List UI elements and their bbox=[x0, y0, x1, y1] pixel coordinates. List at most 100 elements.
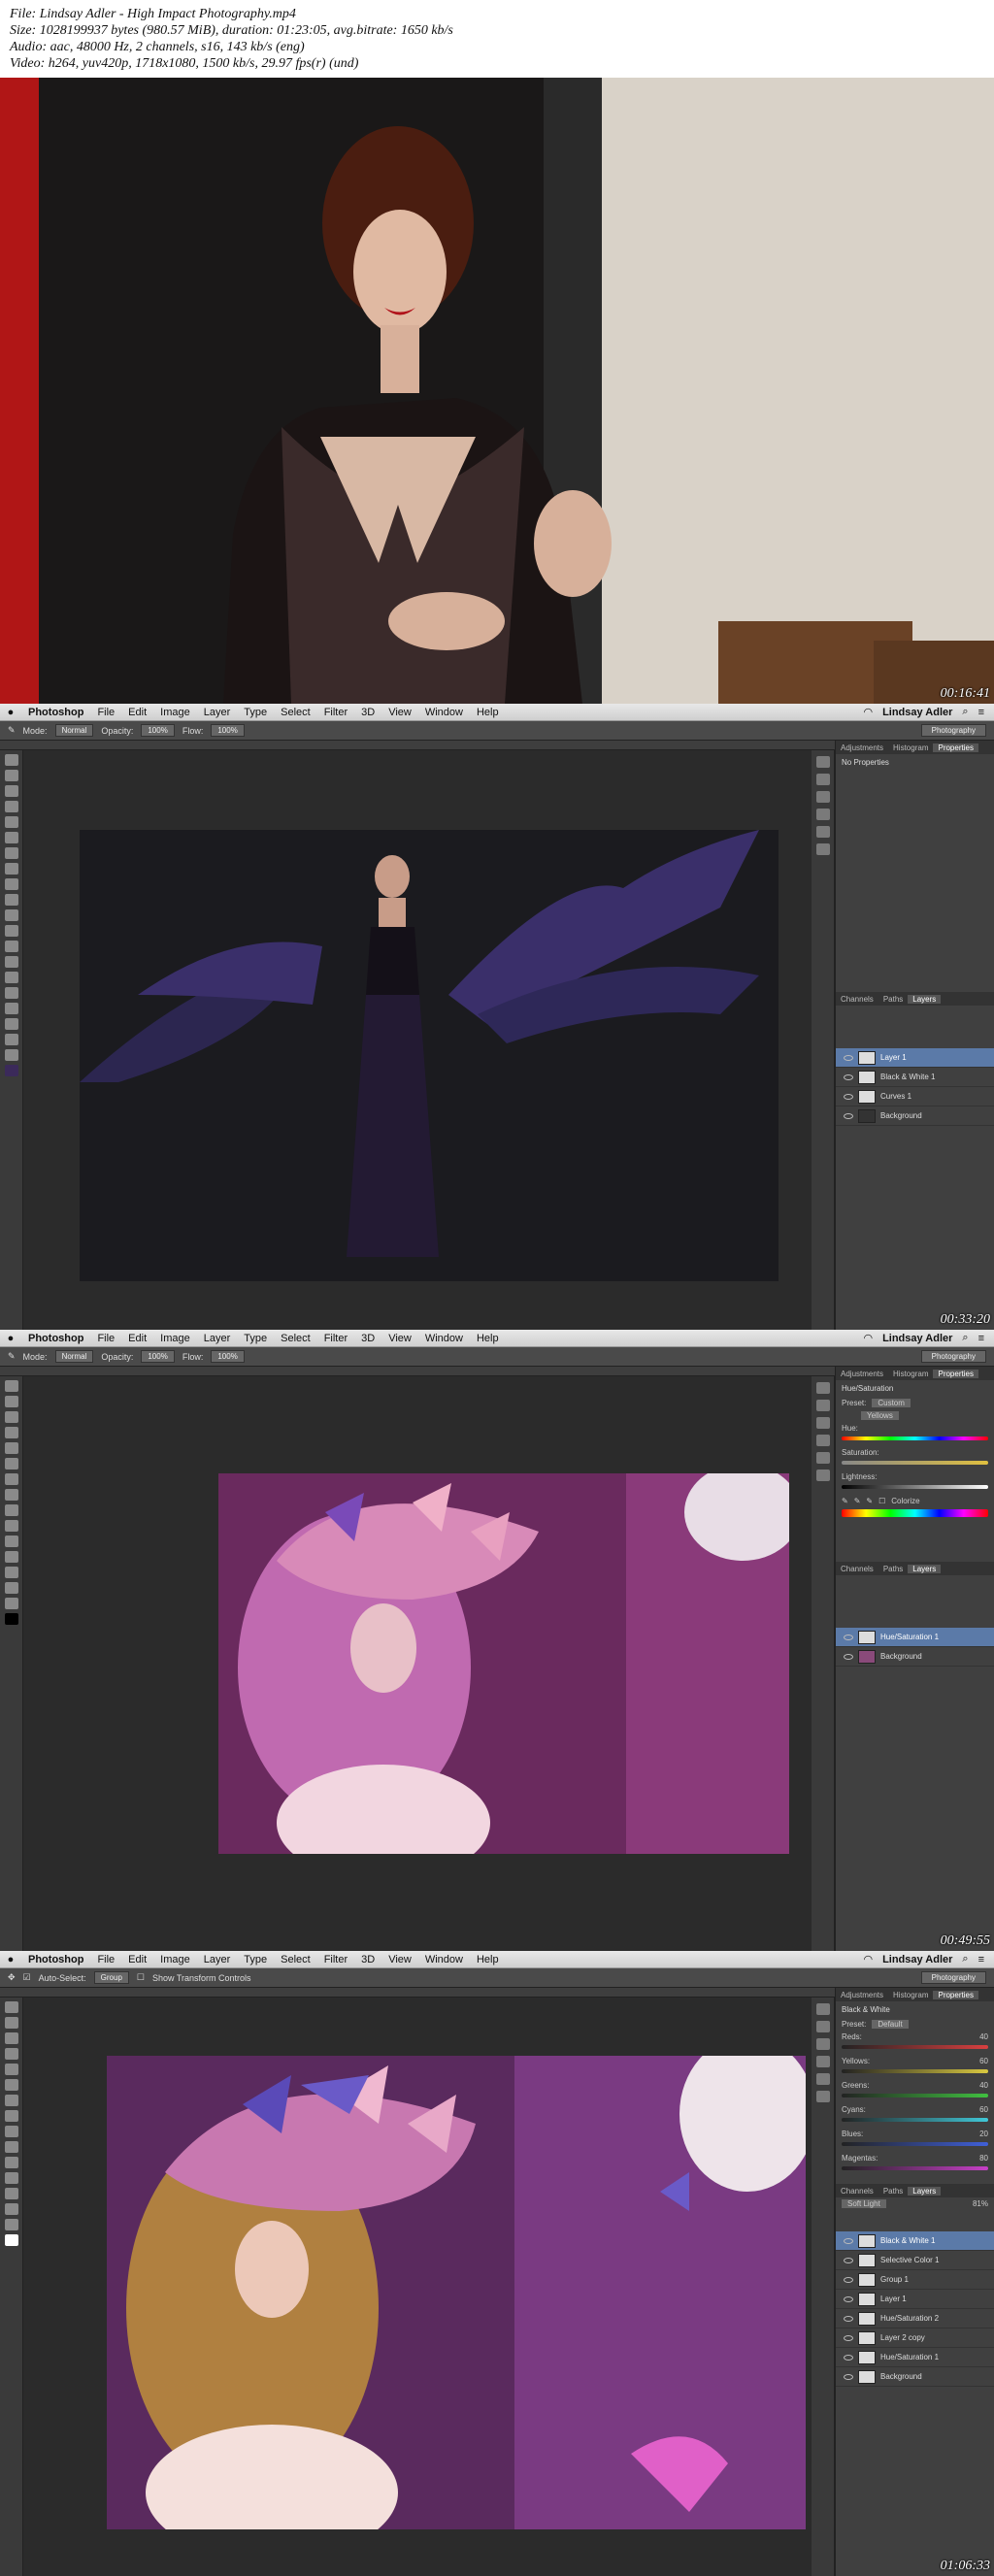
menu-edit[interactable]: Edit bbox=[121, 707, 153, 718]
layer-row[interactable]: Background bbox=[836, 2367, 994, 2387]
layer-row[interactable]: Hue/Saturation 1 bbox=[836, 2348, 994, 2367]
document-canvas[interactable] bbox=[107, 2056, 806, 2529]
group-select[interactable]: Group bbox=[93, 1971, 129, 1984]
character-icon[interactable] bbox=[816, 843, 830, 855]
eye-icon[interactable] bbox=[844, 2257, 853, 2263]
tab-properties[interactable]: Properties bbox=[933, 1990, 978, 1999]
show-transform-checkbox[interactable]: ☐ bbox=[137, 1972, 145, 1983]
gradient-tool-icon[interactable] bbox=[5, 2157, 18, 2168]
tab-layers[interactable]: Layers bbox=[908, 2186, 942, 2196]
menu-image[interactable]: Image bbox=[153, 707, 197, 718]
tab-layers[interactable]: Layers bbox=[908, 994, 942, 1004]
eyedropper-plus-icon[interactable]: ✎ bbox=[854, 1497, 861, 1505]
lasso-tool-icon[interactable] bbox=[5, 1411, 18, 1423]
eye-icon[interactable] bbox=[844, 2276, 853, 2283]
menu-filter[interactable]: Filter bbox=[317, 1954, 354, 1965]
gradient-tool-icon[interactable] bbox=[5, 1536, 18, 1547]
tab-adjustments[interactable]: Adjustments bbox=[836, 1370, 888, 1378]
clone-tool-icon[interactable] bbox=[5, 878, 18, 890]
menu-filter[interactable]: Filter bbox=[317, 707, 354, 718]
history-icon[interactable] bbox=[816, 1400, 830, 1411]
menu-layer[interactable]: Layer bbox=[197, 707, 238, 718]
history-icon[interactable] bbox=[816, 2021, 830, 2032]
search-icon[interactable]: ⌕ bbox=[962, 1953, 968, 1965]
tab-channels[interactable]: Channels bbox=[836, 1565, 878, 1573]
healing-tool-icon[interactable] bbox=[5, 2095, 18, 2106]
menu-layer[interactable]: Layer bbox=[197, 1333, 238, 1344]
zoom-tool-icon[interactable] bbox=[5, 2219, 18, 2230]
quick-select-tool-icon[interactable] bbox=[5, 1427, 18, 1438]
quick-select-tool-icon[interactable] bbox=[5, 801, 18, 812]
clone-tool-icon[interactable] bbox=[5, 2126, 18, 2137]
layer-row[interactable]: Group 1 bbox=[836, 2270, 994, 2290]
eyedropper-tool-icon[interactable] bbox=[5, 832, 18, 843]
pen-tool-icon[interactable] bbox=[5, 2172, 18, 2184]
clone-tool-icon[interactable] bbox=[5, 1504, 18, 1516]
bw-slider-value[interactable]: 60 bbox=[979, 2105, 988, 2114]
history-icon[interactable] bbox=[816, 774, 830, 785]
swatches-icon[interactable] bbox=[816, 1435, 830, 1446]
auto-select-checkbox[interactable]: ☑ bbox=[23, 1972, 31, 1983]
eye-icon[interactable] bbox=[844, 2295, 853, 2302]
bw-slider[interactable] bbox=[842, 2069, 988, 2073]
healing-tool-icon[interactable] bbox=[5, 1473, 18, 1485]
type-tool-icon[interactable] bbox=[5, 987, 18, 999]
workspace-select[interactable]: Photography bbox=[920, 1971, 986, 1984]
brush-tool-icon[interactable]: ✎ bbox=[8, 1351, 16, 1362]
brush-tool-icon[interactable] bbox=[5, 863, 18, 875]
marquee-tool-icon[interactable] bbox=[5, 2017, 18, 2029]
zoom-tool-icon[interactable] bbox=[5, 1598, 18, 1609]
search-icon[interactable]: ⌕ bbox=[962, 706, 968, 718]
bw-slider[interactable] bbox=[842, 2045, 988, 2049]
quick-select-tool-icon[interactable] bbox=[5, 2048, 18, 2060]
crop-tool-icon[interactable] bbox=[5, 1442, 18, 1454]
tab-paths[interactable]: Paths bbox=[878, 995, 908, 1004]
menu-type[interactable]: Type bbox=[237, 1333, 274, 1344]
wifi-icon[interactable]: ◠ bbox=[863, 1953, 873, 1965]
menu-file[interactable]: File bbox=[90, 707, 121, 718]
opacity-field[interactable]: 100% bbox=[141, 724, 175, 737]
eye-icon[interactable] bbox=[844, 1073, 853, 1080]
info-icon[interactable] bbox=[816, 1382, 830, 1394]
colorize-checkbox[interactable]: ☐ bbox=[878, 1497, 885, 1505]
menu-help[interactable]: Help bbox=[470, 707, 506, 718]
bw-slider[interactable] bbox=[842, 2142, 988, 2146]
menu-window[interactable]: Window bbox=[418, 707, 470, 718]
tab-histogram[interactable]: Histogram bbox=[888, 1370, 933, 1378]
dodge-tool-icon[interactable] bbox=[5, 956, 18, 968]
list-icon[interactable]: ≡ bbox=[978, 707, 984, 718]
tab-histogram[interactable]: Histogram bbox=[888, 743, 933, 752]
menu-filter[interactable]: Filter bbox=[317, 1333, 354, 1344]
hue-slider[interactable] bbox=[842, 1437, 988, 1440]
menu-view[interactable]: View bbox=[381, 1954, 418, 1965]
marquee-tool-icon[interactable] bbox=[5, 1396, 18, 1407]
layer-row[interactable]: Layer 2 copy bbox=[836, 2328, 994, 2348]
history-brush-icon[interactable] bbox=[5, 894, 18, 906]
tab-paths[interactable]: Paths bbox=[878, 1565, 908, 1573]
menu-type[interactable]: Type bbox=[237, 1954, 274, 1965]
document-canvas[interactable] bbox=[80, 830, 779, 1281]
menu-help[interactable]: Help bbox=[470, 1954, 506, 1965]
move-tool-icon[interactable] bbox=[5, 754, 18, 766]
layer-row[interactable]: Layer 1 bbox=[836, 1048, 994, 1068]
opacity-field[interactable]: 100% bbox=[141, 1350, 175, 1363]
eyedropper-tool-icon[interactable] bbox=[5, 1458, 18, 1470]
eye-icon[interactable] bbox=[844, 2373, 853, 2380]
bw-slider-value[interactable]: 40 bbox=[979, 2081, 988, 2090]
tab-paths[interactable]: Paths bbox=[878, 2187, 908, 2196]
actions-icon[interactable] bbox=[816, 1417, 830, 1429]
tab-properties[interactable]: Properties bbox=[933, 743, 978, 752]
bw-slider[interactable] bbox=[842, 2166, 988, 2170]
channel-select[interactable]: Yellows bbox=[861, 1411, 899, 1420]
crop-tool-icon[interactable] bbox=[5, 2064, 18, 2075]
tab-properties[interactable]: Properties bbox=[933, 1369, 978, 1378]
layer-row[interactable]: Black & White 1 bbox=[836, 2231, 994, 2251]
preset-select[interactable]: Custom bbox=[872, 1399, 911, 1407]
eyedropper-icon[interactable]: ✎ bbox=[842, 1497, 848, 1505]
swatches-icon[interactable] bbox=[816, 2056, 830, 2067]
user-name[interactable]: Lindsay Adler bbox=[882, 1954, 952, 1965]
move-tool-icon[interactable] bbox=[5, 1380, 18, 1392]
info-icon[interactable] bbox=[816, 2003, 830, 2015]
eyedropper-minus-icon[interactable]: ✎ bbox=[866, 1497, 873, 1505]
list-icon[interactable]: ≡ bbox=[978, 1954, 984, 1965]
